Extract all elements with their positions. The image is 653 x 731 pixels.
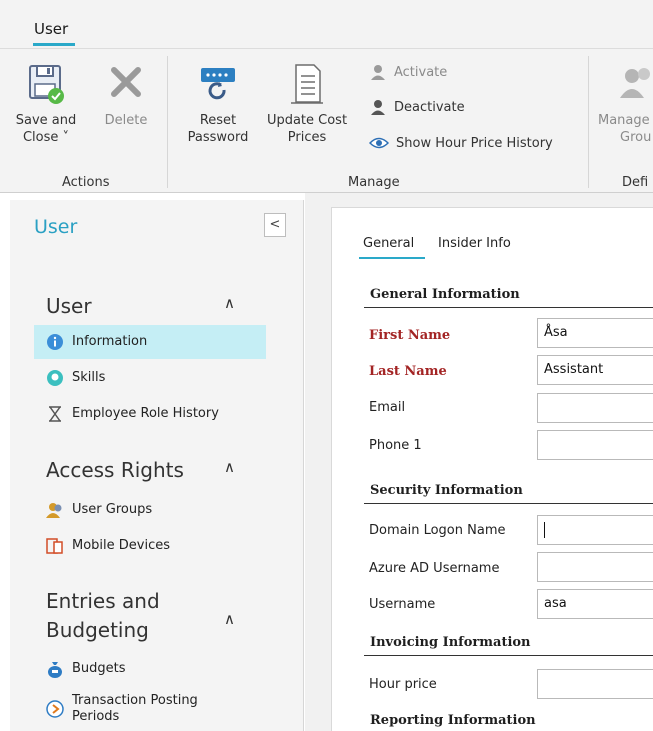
manage-groups-label-1: Manage <box>598 113 650 128</box>
update-cost-prices-label-1: Update Cost <box>266 113 348 128</box>
activate-button[interactable]: Activate <box>369 63 447 81</box>
nav-item-information[interactable]: Information <box>34 325 266 359</box>
section-reporting-information: Reporting Information <box>370 713 536 728</box>
chevron-up-icon[interactable]: ∧ <box>224 458 235 476</box>
text-cursor <box>544 522 545 538</box>
nav-item-user-groups[interactable]: User Groups <box>34 493 266 527</box>
nav-item-label: Information <box>72 334 148 349</box>
nav-section-title-line: Budgeting <box>46 618 149 642</box>
first-name-input[interactable]: Åsa <box>537 318 653 348</box>
delete-button[interactable]: Delete <box>100 62 152 129</box>
users-group-icon <box>620 68 650 98</box>
nav-item-label: User Groups <box>72 502 153 517</box>
azure-ad-username-label: Azure AD Username <box>369 561 500 576</box>
username-label: Username <box>369 597 436 612</box>
update-cost-prices-button[interactable]: Update Cost Prices <box>258 62 356 146</box>
mobile-devices-icon <box>46 538 63 554</box>
phone-input[interactable] <box>537 430 653 460</box>
activate-label: Activate <box>394 64 448 80</box>
ribbon-separator <box>588 56 589 188</box>
eye-icon <box>369 137 389 149</box>
group-label-manage: Manage <box>348 175 400 190</box>
user-groups-icon <box>46 503 62 518</box>
reset-password-label-1: Reset <box>199 113 237 128</box>
nav-section-access-rights[interactable]: Access Rights <box>46 456 184 485</box>
section-divider <box>364 655 653 656</box>
reset-password-label-2: Password <box>187 130 249 145</box>
user-activate-icon <box>371 65 385 80</box>
navigation-panel: User < User ∧ Information Skills Employe… <box>10 200 304 731</box>
hourglass-icon <box>49 406 61 422</box>
info-icon <box>47 334 63 350</box>
nav-item-label: Employee Role History <box>72 406 219 421</box>
show-hour-price-history-label: Show Hour Price History <box>396 135 553 151</box>
email-label: Email <box>369 400 406 415</box>
active-tab-indicator <box>359 257 425 259</box>
deactivate-button[interactable]: Deactivate <box>369 98 465 116</box>
group-label-defi: Defi <box>622 175 649 190</box>
nav-item-skills[interactable]: Skills <box>34 361 266 395</box>
email-input[interactable] <box>537 393 653 423</box>
collapse-panel-button[interactable]: < <box>264 213 286 237</box>
user-deactivate-icon <box>371 100 385 115</box>
show-hour-price-history-button[interactable]: Show Hour Price History <box>369 135 553 151</box>
skills-icon <box>47 370 63 386</box>
budget-bag-icon <box>48 662 62 678</box>
nav-item-mobile-devices[interactable]: Mobile Devices <box>34 529 266 563</box>
manage-groups-label-2: Grou <box>620 130 652 145</box>
nav-item-transaction-posting-periods[interactable]: Transaction Posting Periods <box>34 689 266 729</box>
save-and-close-button[interactable]: Save and Close ˅ <box>14 62 78 146</box>
domain-logon-name-label: Domain Logon Name <box>369 523 506 538</box>
nav-section-user[interactable]: User <box>46 292 92 321</box>
section-general-information: General Information <box>370 287 520 302</box>
username-input[interactable]: asa <box>537 589 653 619</box>
manage-groups-button[interactable]: Manage Grou <box>598 62 653 146</box>
section-invoicing-information: Invoicing Information <box>370 635 531 650</box>
hour-price-label: Hour price <box>369 677 437 692</box>
hour-price-input[interactable] <box>537 669 653 699</box>
chevron-up-icon[interactable]: ∧ <box>224 294 235 312</box>
deactivate-label: Deactivate <box>394 99 465 115</box>
chevron-up-icon[interactable]: ∧ <box>224 610 235 628</box>
nav-item-label: Budgets <box>72 661 126 676</box>
nav-item-label: Mobile Devices <box>72 538 171 553</box>
nav-item-label: Skills <box>72 370 106 385</box>
nav-item-employee-role-history[interactable]: Employee Role History <box>34 397 266 431</box>
save-and-close-label-2: Close ˅ <box>22 130 70 145</box>
section-security-information: Security Information <box>370 483 523 498</box>
group-label-actions: Actions <box>62 175 110 190</box>
first-name-label: First Name <box>369 328 451 343</box>
posting-period-icon <box>46 700 64 718</box>
ribbon-tab-indicator <box>33 43 75 46</box>
save-and-close-label-1: Save and <box>15 113 77 128</box>
panel-title: User <box>34 216 78 238</box>
tab-insider-info[interactable]: Insider Info <box>438 236 511 251</box>
ribbon-separator <box>167 56 168 188</box>
phone-label: Phone 1 <box>369 438 422 453</box>
delete-label: Delete <box>104 113 148 128</box>
tab-general[interactable]: General <box>363 236 414 251</box>
ribbon-tab-user[interactable]: User <box>34 20 68 38</box>
nav-item-label: Transaction Posting Periods <box>72 693 198 725</box>
ribbon: User Save and Close ˅ Delete Reset Passw… <box>0 0 653 193</box>
password-reset-icon <box>201 68 235 100</box>
section-divider <box>364 503 653 504</box>
nav-item-label-line: Periods <box>72 709 120 724</box>
nav-section-entries-budgeting[interactable]: Entries and Budgeting <box>46 587 160 645</box>
delete-icon <box>111 67 141 97</box>
nav-item-budgets[interactable]: Budgets <box>34 652 266 686</box>
update-cost-prices-label-2: Prices <box>287 130 327 145</box>
domain-logon-name-input[interactable] <box>537 515 653 545</box>
document-list-icon <box>291 64 323 104</box>
section-divider <box>364 307 653 308</box>
nav-item-label-line: Transaction Posting <box>72 693 198 708</box>
last-name-input[interactable]: Assistant <box>537 355 653 385</box>
azure-ad-username-input[interactable] <box>537 552 653 582</box>
form-panel <box>331 207 653 731</box>
last-name-label: Last Name <box>369 364 447 379</box>
save-icon <box>29 65 64 104</box>
nav-section-title-line: Entries and <box>46 589 160 613</box>
reset-password-button[interactable]: Reset Password <box>184 62 252 146</box>
